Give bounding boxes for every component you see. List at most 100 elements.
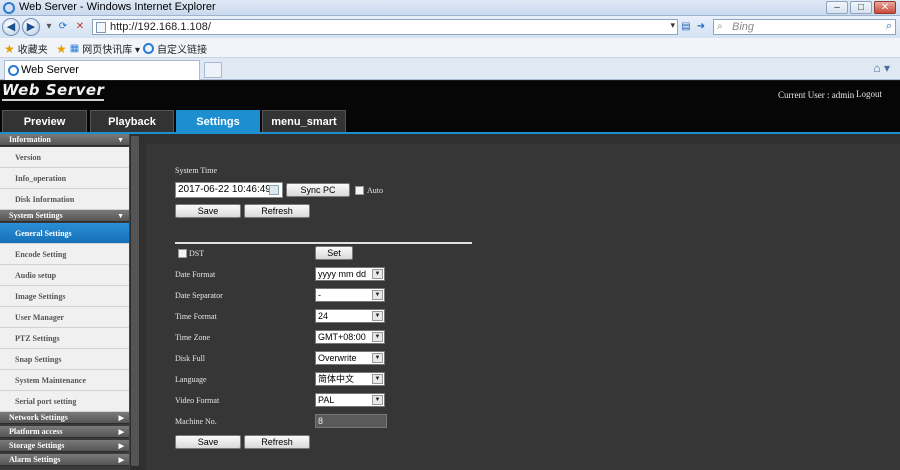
sidebar-item-system-maintenance[interactable]: System Maintenance [0, 370, 129, 391]
address-bar[interactable]: http://192.168.1.108/ ▾ [92, 19, 678, 35]
general-settings-panel: System Time 2017-06-22 10:46:49 Sync PC … [146, 144, 900, 470]
current-user-label: Current User : admin [778, 90, 855, 100]
home-icon[interactable]: ⌂ ▾ [873, 61, 890, 75]
logout-link[interactable]: Logout [856, 89, 882, 99]
minimize-button[interactable]: – [826, 1, 848, 14]
favorites-bar: ★ 收藏夹 ★ ▦ 网页快讯库 ▾ 自定义链接 [0, 38, 900, 58]
chevron-right-icon: ▶ [118, 414, 124, 422]
ie-page-icon [143, 43, 154, 54]
sidebar-scrollbar[interactable] [129, 134, 140, 470]
date-separator-select[interactable]: - ▼ [315, 288, 385, 302]
date-format-select[interactable]: yyyy mm dd ▼ [315, 267, 385, 281]
back-button[interactable]: ◀ [2, 18, 20, 36]
sidebar-item-general-settings[interactable]: General Settings [0, 223, 129, 244]
address-dropdown-icon[interactable]: ▾ [670, 20, 675, 31]
sidebar-group-platform-access[interactable]: Platform access ▶ [0, 426, 129, 438]
sidebar-item-audio-setup[interactable]: Audio setup [0, 265, 129, 286]
compatibility-icon[interactable]: ▤ [679, 19, 693, 34]
sidebar-group-system-settings[interactable]: System Settings ▼ [0, 210, 129, 222]
sidebar-item-disk-information[interactable]: Disk Information [0, 189, 129, 210]
window-title: Web Server - Windows Internet Explorer [19, 1, 216, 13]
close-button[interactable]: ✕ [874, 1, 896, 14]
sidebar-group-information[interactable]: Information ▼ [0, 134, 129, 146]
sidebar-group-alarm-settings[interactable]: Alarm Settings ▶ [0, 454, 129, 466]
tab-preview[interactable]: Preview [2, 110, 87, 132]
refresh-button[interactable]: Refresh [244, 435, 310, 449]
address-url[interactable]: http://192.168.1.108/ [110, 21, 211, 33]
sidebar-item-version[interactable]: Version [0, 147, 129, 168]
system-time-label: System Time [175, 166, 218, 175]
sync-pc-button[interactable]: Sync PC [286, 183, 350, 197]
sidebar-group-label: Network Settings [9, 413, 68, 422]
search-provider-icon: ⌕ [717, 21, 723, 32]
chevron-down-icon: ▼ [372, 374, 383, 384]
new-tab-button[interactable] [204, 62, 222, 78]
settings-content: System Time 2017-06-22 10:46:49 Sync PC … [140, 134, 900, 470]
disk-full-select[interactable]: Overwrite ▼ [315, 351, 385, 365]
sidebar-item-user-manager[interactable]: User Manager [0, 307, 129, 328]
time-zone-select[interactable]: GMT+08:00 ▼ [315, 330, 385, 344]
stop-icon[interactable]: ✕ [73, 19, 87, 34]
navigation-bar: ◀ ▶ ▾ ⟳ ✕ http://192.168.1.108/ ▾ ▤ ➜ ⌕ … [0, 16, 900, 38]
video-format-select[interactable]: PAL ▼ [315, 393, 385, 407]
refresh-button-time[interactable]: Refresh [244, 204, 310, 218]
tab-settings[interactable]: Settings [176, 110, 260, 132]
sidebar-item-serial-port-setting[interactable]: Serial port setting [0, 391, 129, 412]
sidebar-group-label: System Settings [9, 211, 63, 220]
go-icon[interactable]: ➜ [694, 19, 708, 34]
add-favorite-icon: ★ [56, 41, 67, 56]
save-button[interactable]: Save [175, 435, 241, 449]
refresh-icon[interactable]: ⟳ [56, 19, 70, 34]
sidebar-group-label: Storage Settings [9, 441, 65, 450]
history-dropdown-icon[interactable]: ▾ [42, 19, 56, 34]
chevron-down-icon: ▼ [372, 269, 383, 279]
select-value: yyyy mm dd [318, 269, 367, 279]
sidebar-item-info-operation[interactable]: Info_operation [0, 168, 129, 189]
select-value: GMT+08:00 [318, 332, 366, 342]
window-titlebar: Web Server - Windows Internet Explorer –… [0, 0, 900, 16]
favorites-item-custom-links[interactable]: 自定义链接 [143, 41, 207, 56]
auto-checkbox[interactable] [355, 186, 364, 195]
tab-menu-smart[interactable]: menu_smart [262, 110, 346, 132]
system-time-value: 2017-06-22 10:46:49 [178, 184, 271, 195]
system-time-input[interactable]: 2017-06-22 10:46:49 [175, 182, 283, 198]
favorites-button[interactable]: ★ 收藏夹 [4, 41, 48, 57]
ie-page-icon [8, 65, 19, 76]
maximize-button[interactable]: □ [850, 1, 872, 14]
save-button-time[interactable]: Save [175, 204, 241, 218]
favorites-label: 收藏夹 [17, 45, 48, 56]
forward-button[interactable]: ▶ [22, 18, 40, 36]
time-format-select[interactable]: 24 ▼ [315, 309, 385, 323]
tab-playback[interactable]: Playback [90, 110, 174, 132]
chevron-right-icon: ▶ [118, 428, 124, 436]
sidebar-group-network-settings[interactable]: Network Settings ▶ [0, 412, 129, 424]
sidebar-group-storage-settings[interactable]: Storage Settings ▶ [0, 440, 129, 452]
browser-tab[interactable]: Web Server [4, 60, 200, 80]
machine-no-input[interactable]: 8 [315, 414, 387, 428]
sidebar-item-image-settings[interactable]: Image Settings [0, 286, 129, 307]
chevron-down-icon: ▼ [372, 311, 383, 321]
machine-no-value: 8 [318, 416, 324, 426]
chevron-down-icon: ▼ [117, 212, 124, 220]
language-select[interactable]: 简体中文 ▼ [315, 372, 385, 386]
sidebar-item-snap-settings[interactable]: Snap Settings [0, 349, 129, 370]
calendar-icon[interactable] [269, 185, 279, 195]
sidebar-group-label: Information [9, 135, 51, 144]
browser-tab-bar: Web Server ⌂ ▾ [0, 58, 900, 80]
favorites-item-web-slices[interactable]: ★ ▦ 网页快讯库 ▾ [56, 41, 140, 57]
dst-checkbox[interactable] [178, 249, 187, 258]
scrollbar-thumb[interactable] [131, 136, 139, 466]
search-box[interactable]: ⌕ Bing ⌕ [713, 19, 896, 35]
dst-set-button[interactable]: Set [315, 246, 353, 260]
chevron-down-icon: ▼ [372, 332, 383, 342]
time-format-label: Time Format [175, 312, 217, 321]
select-value: PAL [318, 395, 335, 405]
search-icon[interactable]: ⌕ [886, 20, 892, 33]
video-format-label: Video Format [175, 396, 220, 405]
auto-label: Auto [367, 186, 383, 195]
sidebar-item-encode-setting[interactable]: Encode Setting [0, 244, 129, 265]
sidebar-group-label: Platform access [9, 427, 63, 436]
select-value: - [318, 290, 321, 300]
sidebar-item-ptz-settings[interactable]: PTZ Settings [0, 328, 129, 349]
select-value: Overwrite [318, 353, 357, 363]
